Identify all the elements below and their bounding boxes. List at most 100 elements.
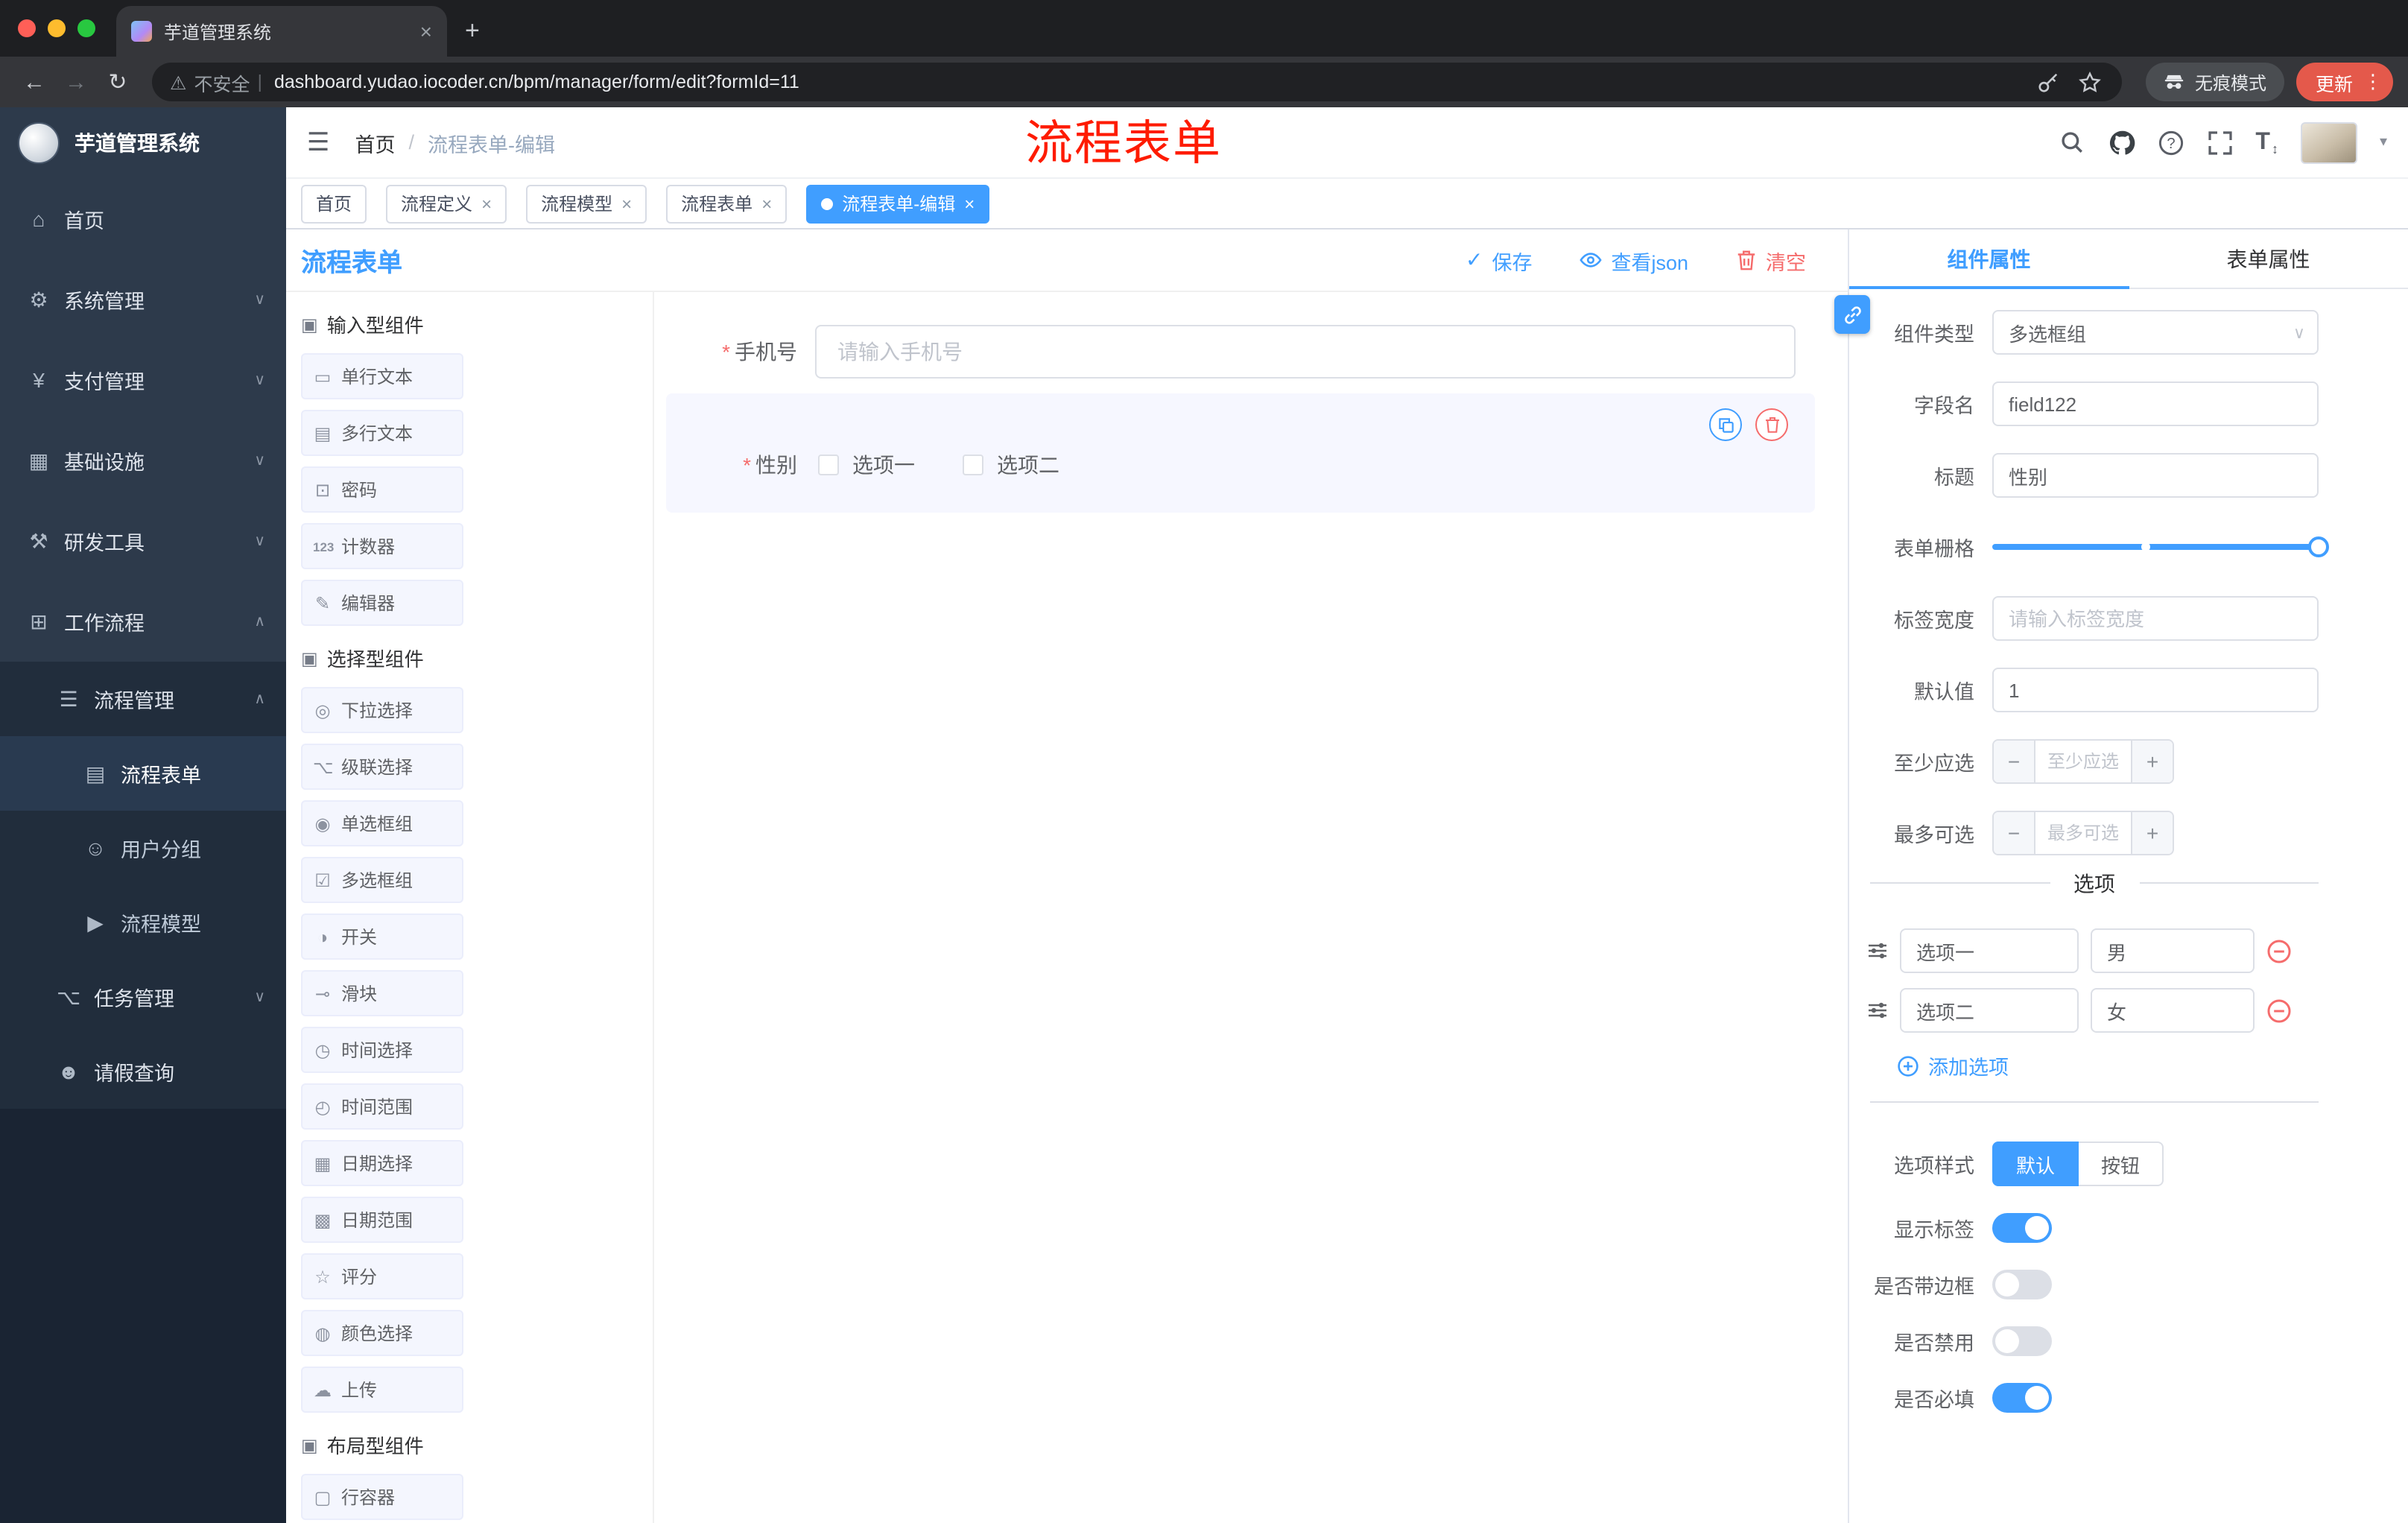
window-zoom-button[interactable] (77, 19, 95, 37)
palette-item-date[interactable]: ▦ 日期选择 (301, 1140, 463, 1186)
sidebar-item-flow-manage[interactable]: ☰ 流程管理 ∧ (0, 662, 286, 736)
palette-item-time[interactable]: ◷ 时间选择 (301, 1027, 463, 1073)
sidebar-item-payment[interactable]: ¥ 支付管理 ∨ (0, 340, 286, 420)
component-type-select[interactable]: 多选框组 ∨ (1992, 310, 2319, 355)
reload-button[interactable]: ↻ (98, 63, 137, 101)
palette-item-input-text[interactable]: ▭ 单行文本 (301, 353, 463, 399)
view-json-button[interactable]: 查看json (1580, 245, 1688, 275)
palette-item-row[interactable]: ▢ 行容器 (301, 1474, 463, 1520)
palette-item-counter[interactable]: 123 计数器 (301, 523, 463, 569)
sidebar-logo[interactable]: 芋道管理系统 (0, 107, 286, 179)
window-close-button[interactable] (18, 19, 36, 37)
min-select-input[interactable] (2035, 741, 2131, 782)
palette-item-cascader[interactable]: ⌥ 级联选择 (301, 744, 463, 790)
grid-slider[interactable] (1992, 525, 2329, 569)
tag-close-icon[interactable]: × (761, 194, 772, 212)
option-label-input[interactable] (1900, 928, 2079, 973)
option-value-input[interactable] (2091, 928, 2255, 973)
avatar[interactable] (2300, 121, 2357, 163)
slider-handle[interactable] (2308, 536, 2329, 557)
checkbox[interactable] (818, 455, 839, 475)
palette-item-time-range[interactable]: ◴ 时间范围 (301, 1083, 463, 1130)
help-icon[interactable]: ? (2157, 129, 2184, 156)
sidebar-item-user-group[interactable]: ☺ 用户分组 (0, 811, 286, 885)
browser-tab[interactable]: 芋道管理系统 × (116, 6, 447, 57)
palette-item-editor[interactable]: ✎ 编辑器 (301, 580, 463, 626)
drag-handle-icon[interactable] (1867, 940, 1888, 961)
bookmark-star-icon[interactable] (2077, 69, 2104, 95)
breadcrumb-home[interactable]: 首页 (355, 127, 396, 157)
avatar-caret-icon[interactable]: ▾ (2380, 134, 2387, 151)
style-default-button[interactable]: 默认 (1992, 1142, 2079, 1186)
tag-close-icon[interactable]: × (621, 194, 632, 212)
browser-menu-icon[interactable]: ⋮ (2363, 70, 2383, 94)
palette-item-date-range[interactable]: ▩ 日期范围 (301, 1197, 463, 1243)
sidebar-item-system[interactable]: ⚙ 系统管理 ∨ (0, 259, 286, 340)
palette-item-rate[interactable]: ☆ 评分 (301, 1253, 463, 1299)
remove-option-button[interactable] (2266, 998, 2292, 1023)
gender-option-1[interactable]: 选项一 (818, 450, 915, 480)
plus-button[interactable]: + (2131, 812, 2173, 854)
password-key-icon[interactable] (2035, 69, 2062, 95)
style-button-button[interactable]: 按钮 (2079, 1142, 2164, 1186)
back-button[interactable]: ← (15, 63, 54, 101)
tag-home[interactable]: 首页 (301, 184, 367, 223)
palette-item-checkbox-group[interactable]: ☑ 多选框组 (301, 857, 463, 903)
max-select-input[interactable] (2035, 812, 2131, 854)
tag-flow-definition[interactable]: 流程定义 × (386, 184, 507, 223)
label-width-input[interactable] (1992, 596, 2319, 641)
tab-component-props[interactable]: 组件属性 (1849, 229, 2129, 289)
default-value-input[interactable] (1992, 668, 2319, 712)
gender-option-2[interactable]: 选项二 (963, 450, 1059, 480)
palette-item-upload[interactable]: ☁ 上传 (301, 1367, 463, 1413)
sidebar-item-home[interactable]: ⌂ 首页 (0, 179, 286, 259)
minus-button[interactable]: − (1994, 812, 2035, 854)
security-chip[interactable]: ⚠ 不安全 | (170, 68, 262, 96)
link-icon[interactable] (1834, 295, 1870, 334)
copy-field-button[interactable] (1709, 408, 1742, 441)
show-label-toggle[interactable] (1992, 1213, 2052, 1243)
sidebar-item-workflow[interactable]: ⊞ 工作流程 ∧ (0, 581, 286, 662)
fullscreen-icon[interactable] (2206, 129, 2233, 156)
add-option-button[interactable]: 添加选项 (1897, 1048, 2319, 1083)
sidebar-item-flow-model[interactable]: ▶ 流程模型 (0, 885, 286, 960)
minus-button[interactable]: − (1994, 741, 2035, 782)
address-bar[interactable]: ⚠ 不安全 | dashboard.yudao.iocoder.cn/bpm/m… (152, 63, 2122, 101)
palette-item-color[interactable]: ◍ 颜色选择 (301, 1310, 463, 1356)
plus-button[interactable]: + (2131, 741, 2173, 782)
font-size-icon[interactable]: T ↕ (2255, 129, 2278, 156)
github-icon[interactable] (2108, 129, 2135, 156)
checkbox[interactable] (963, 455, 983, 475)
tab-form-props[interactable]: 表单属性 (2129, 229, 2408, 288)
clear-button[interactable]: 清空 (1736, 245, 1806, 275)
disabled-toggle[interactable] (1992, 1326, 2052, 1356)
drag-handle-icon[interactable] (1867, 1000, 1888, 1021)
remove-option-button[interactable] (2266, 938, 2292, 963)
option-value-input[interactable] (2091, 988, 2255, 1033)
search-icon[interactable] (2059, 129, 2085, 156)
title-input[interactable] (1992, 453, 2319, 498)
palette-item-slider[interactable]: ⊸ 滑块 (301, 970, 463, 1016)
palette-item-switch[interactable]: ◑ 开关 (301, 914, 463, 960)
tag-close-icon[interactable]: × (481, 194, 492, 212)
palette-item-radio-group[interactable]: ◉ 单选框组 (301, 800, 463, 846)
window-minimize-button[interactable] (48, 19, 66, 37)
option-label-input[interactable] (1900, 988, 2079, 1033)
save-button[interactable]: ✓ 保存 (1466, 245, 1532, 275)
update-button[interactable]: 更新 ⋮ (2295, 63, 2393, 101)
delete-field-button[interactable] (1755, 408, 1788, 441)
palette-item-textarea[interactable]: ▤ 多行文本 (301, 410, 463, 456)
sidebar-item-flow-form[interactable]: ▤ 流程表单 (0, 736, 286, 811)
palette-item-select[interactable]: ◎ 下拉选择 (301, 687, 463, 733)
border-toggle[interactable] (1992, 1270, 2052, 1299)
tag-flow-model[interactable]: 流程模型 × (526, 184, 647, 223)
sidebar-item-task-manage[interactable]: ⌥ 任务管理 ∨ (0, 960, 286, 1034)
canvas-field-phone[interactable]: * 手机号 (666, 325, 1815, 379)
phone-input[interactable] (815, 325, 1796, 379)
new-tab-button[interactable]: + (465, 18, 480, 43)
required-toggle[interactable] (1992, 1383, 2052, 1413)
sidebar-item-devtools[interactable]: ⚒ 研发工具 ∨ (0, 501, 286, 581)
forward-button[interactable]: → (57, 63, 95, 101)
tab-close-icon[interactable]: × (420, 21, 432, 42)
sidebar-item-leave-query[interactable]: ☻ 请假查询 (0, 1034, 286, 1109)
